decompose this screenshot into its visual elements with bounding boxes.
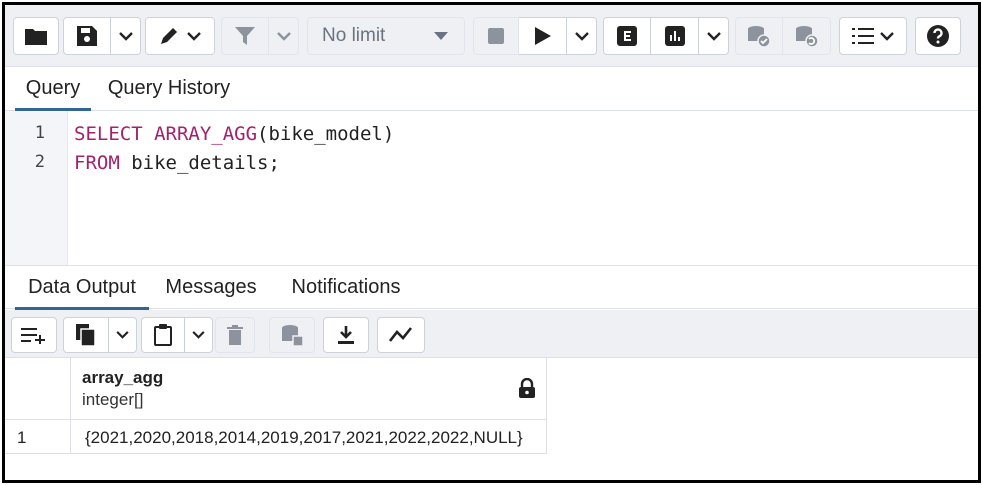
trash-icon xyxy=(227,325,243,345)
chevron-down-icon xyxy=(118,31,133,41)
query-tool-window: No limit Query Query History 1 2 SELECT … xyxy=(2,2,981,483)
sql-keyword: FROM xyxy=(74,152,120,174)
row-limit-value: No limit xyxy=(322,25,386,46)
chevron-down-icon xyxy=(574,31,589,41)
save-button[interactable] xyxy=(63,17,111,55)
column-name: array_agg xyxy=(82,368,164,387)
stop-button[interactable] xyxy=(473,17,519,55)
row-limit-select[interactable]: No limit xyxy=(307,17,465,55)
save-data-button[interactable] xyxy=(269,317,315,353)
tab-query-history[interactable]: Query History xyxy=(103,67,235,111)
line-number-gutter: 1 2 xyxy=(5,111,68,265)
tab-data-output[interactable]: Data Output xyxy=(15,266,149,310)
caret-down-icon xyxy=(434,32,448,40)
chevron-down-icon xyxy=(880,31,894,41)
sql-editor[interactable]: 1 2 SELECT ARRAY_AGG(bike_model) FROM bi… xyxy=(5,111,978,265)
edit-pencil-icon xyxy=(161,28,177,44)
chevron-down-icon xyxy=(192,331,205,339)
tab-query[interactable]: Query xyxy=(15,67,91,111)
rollback-button[interactable] xyxy=(783,17,831,55)
chevron-down-icon xyxy=(706,31,721,41)
paste-button[interactable] xyxy=(141,317,185,353)
line-chart-icon xyxy=(389,327,413,342)
save-data-icon xyxy=(282,325,303,346)
tab-notifications[interactable]: Notifications xyxy=(283,266,409,310)
column-type: integer[] xyxy=(82,390,144,409)
lock-icon xyxy=(519,378,535,398)
filter-button[interactable] xyxy=(221,17,269,55)
row-number: 1 xyxy=(17,428,27,447)
query-toolbar: No limit xyxy=(5,5,978,67)
line-number: 2 xyxy=(34,152,45,172)
row-header-corner xyxy=(5,358,71,420)
commit-button[interactable] xyxy=(735,17,783,55)
chevron-down-icon xyxy=(187,31,201,41)
output-tabs: Data Output Messages Notifications xyxy=(5,265,978,310)
save-icon xyxy=(77,26,97,46)
filter-dropdown-button[interactable] xyxy=(269,17,299,55)
explain-dropdown-button[interactable] xyxy=(699,17,729,55)
sql-keyword: SELECT ARRAY_AGG xyxy=(74,123,258,145)
tab-messages[interactable]: Messages xyxy=(161,266,261,310)
download-icon xyxy=(338,326,354,344)
clipboard-icon xyxy=(154,324,172,346)
copy-button[interactable] xyxy=(63,317,109,353)
execute-dropdown-button[interactable] xyxy=(567,17,597,55)
explain-button[interactable] xyxy=(603,17,651,55)
row-number-cell[interactable] xyxy=(5,420,71,454)
code-line: SELECT ARRAY_AGG(bike_model) xyxy=(74,123,394,145)
macros-icon xyxy=(852,28,874,44)
copy-dropdown-button[interactable] xyxy=(109,317,137,353)
save-dropdown-button[interactable] xyxy=(111,17,141,55)
paste-dropdown-button[interactable] xyxy=(185,317,213,353)
macros-button[interactable] xyxy=(839,17,907,55)
data-output-toolbar xyxy=(5,310,978,358)
edit-dropdown-button[interactable] xyxy=(145,17,215,55)
chevron-down-icon xyxy=(116,331,129,339)
sql-text: (bike_model) xyxy=(257,123,395,145)
delete-button[interactable] xyxy=(215,317,255,353)
help-icon xyxy=(927,25,949,47)
stop-icon xyxy=(488,28,504,44)
execute-button[interactable] xyxy=(519,17,567,55)
rollback-icon xyxy=(795,26,819,47)
filter-icon xyxy=(235,27,255,45)
sql-text: bike_details; xyxy=(119,152,280,174)
download-button[interactable] xyxy=(323,317,369,353)
help-button[interactable] xyxy=(915,17,961,55)
query-tabs: Query Query History xyxy=(5,67,978,111)
add-row-button[interactable] xyxy=(11,317,57,353)
graph-visualiser-button[interactable] xyxy=(377,317,425,353)
code-line: FROM bike_details; xyxy=(74,152,280,174)
explain-icon xyxy=(617,26,637,46)
folder-icon xyxy=(25,29,47,45)
line-number: 1 xyxy=(34,123,45,143)
add-row-icon xyxy=(21,328,45,344)
copy-icon xyxy=(76,324,96,346)
commit-icon xyxy=(748,26,771,47)
open-file-button[interactable] xyxy=(13,17,59,55)
cell-value: {2021,2020,2018,2014,2019,2017,2021,2022… xyxy=(85,428,523,447)
explain-analyze-button[interactable] xyxy=(651,17,699,55)
explain-analyze-icon xyxy=(664,26,685,46)
play-icon xyxy=(534,27,551,45)
chevron-down-icon xyxy=(276,31,291,41)
